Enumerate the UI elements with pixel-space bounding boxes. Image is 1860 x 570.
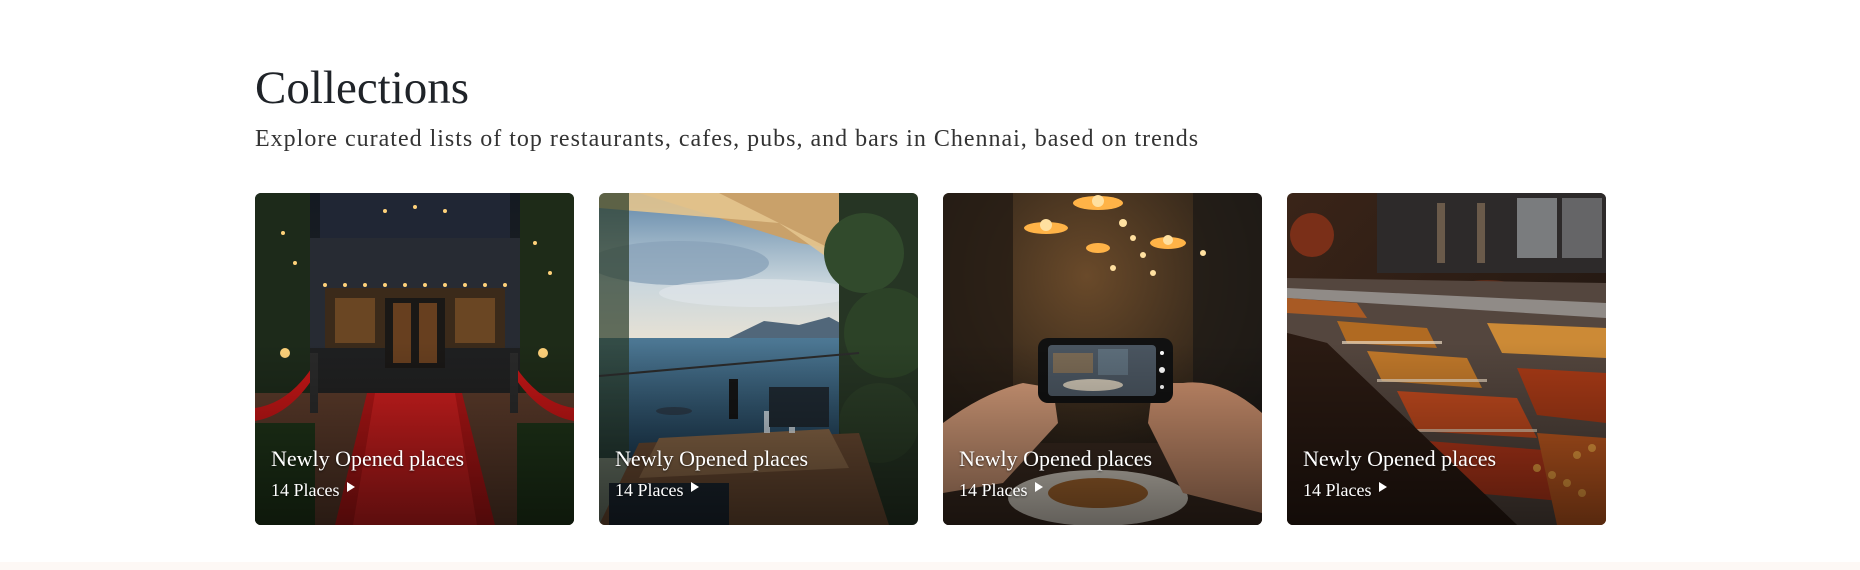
- collection-card-title: Newly Opened places: [615, 446, 809, 471]
- collection-cards: Newly Opened places 14 Places Newly Open…: [255, 193, 1606, 525]
- collection-card-count: 14 Places: [1303, 480, 1372, 500]
- collection-card-title: Newly Opened places: [1303, 446, 1497, 471]
- play-triangle-icon: [1035, 482, 1044, 492]
- collection-card[interactable]: Newly Opened places 14 Places: [943, 193, 1262, 525]
- play-triangle-icon: [347, 482, 356, 492]
- collection-card-title: Newly Opened places: [271, 446, 465, 471]
- collection-card[interactable]: Newly Opened places 14 Places: [599, 193, 918, 525]
- collection-card-count: 14 Places: [615, 480, 684, 500]
- collection-card-count: 14 Places: [959, 480, 1028, 500]
- collection-card[interactable]: Newly Opened places 14 Places: [1287, 193, 1606, 525]
- collections-section: Collections Explore curated lists of top…: [255, 0, 1606, 560]
- collection-card[interactable]: Newly Opened places 14 Places: [255, 193, 574, 525]
- section-title: Collections: [255, 62, 470, 114]
- play-triangle-icon: [1379, 482, 1388, 492]
- collection-card-count: 14 Places: [271, 480, 340, 500]
- collection-card-title: Newly Opened places: [959, 446, 1153, 471]
- footer-divider: [0, 562, 1860, 570]
- section-subtitle: Explore curated lists of top restaurants…: [255, 126, 1200, 152]
- play-triangle-icon: [691, 482, 700, 492]
